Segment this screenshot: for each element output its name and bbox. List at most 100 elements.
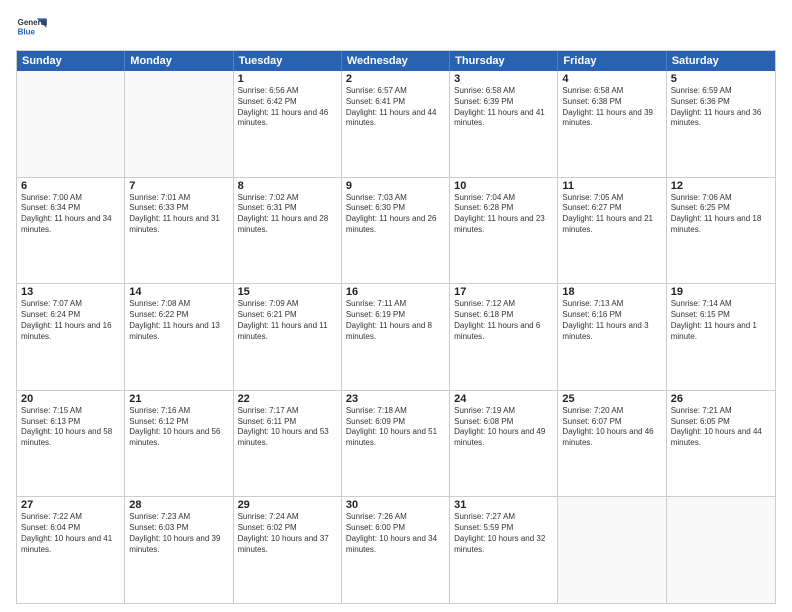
cell-info: Sunrise: 7:18 AM Sunset: 6:09 PM Dayligh… xyxy=(346,406,445,449)
day-number: 29 xyxy=(238,499,337,511)
calendar-cell-empty xyxy=(667,497,775,603)
cell-info: Sunrise: 7:19 AM Sunset: 6:08 PM Dayligh… xyxy=(454,406,553,449)
calendar-cell-31: 31Sunrise: 7:27 AM Sunset: 5:59 PM Dayli… xyxy=(450,497,558,603)
cell-info: Sunrise: 6:59 AM Sunset: 6:36 PM Dayligh… xyxy=(671,86,771,129)
day-number: 21 xyxy=(129,393,228,405)
calendar-cell-19: 19Sunrise: 7:14 AM Sunset: 6:15 PM Dayli… xyxy=(667,284,775,390)
cell-info: Sunrise: 7:21 AM Sunset: 6:05 PM Dayligh… xyxy=(671,406,771,449)
calendar-cell-14: 14Sunrise: 7:08 AM Sunset: 6:22 PM Dayli… xyxy=(125,284,233,390)
cell-info: Sunrise: 7:20 AM Sunset: 6:07 PM Dayligh… xyxy=(562,406,661,449)
cell-info: Sunrise: 7:07 AM Sunset: 6:24 PM Dayligh… xyxy=(21,299,120,342)
day-number: 25 xyxy=(562,393,661,405)
cell-info: Sunrise: 6:58 AM Sunset: 6:38 PM Dayligh… xyxy=(562,86,661,129)
calendar-cell-11: 11Sunrise: 7:05 AM Sunset: 6:27 PM Dayli… xyxy=(558,178,666,284)
calendar-body: 1Sunrise: 6:56 AM Sunset: 6:42 PM Daylig… xyxy=(17,71,775,603)
calendar-cell-empty xyxy=(558,497,666,603)
day-number: 3 xyxy=(454,73,553,85)
calendar-cell-26: 26Sunrise: 7:21 AM Sunset: 6:05 PM Dayli… xyxy=(667,391,775,497)
calendar-cell-6: 6Sunrise: 7:00 AM Sunset: 6:34 PM Daylig… xyxy=(17,178,125,284)
day-number: 2 xyxy=(346,73,445,85)
cell-info: Sunrise: 7:11 AM Sunset: 6:19 PM Dayligh… xyxy=(346,299,445,342)
day-header-wednesday: Wednesday xyxy=(342,51,450,71)
calendar-cell-17: 17Sunrise: 7:12 AM Sunset: 6:18 PM Dayli… xyxy=(450,284,558,390)
day-number: 10 xyxy=(454,180,553,192)
cell-info: Sunrise: 7:13 AM Sunset: 6:16 PM Dayligh… xyxy=(562,299,661,342)
cell-info: Sunrise: 7:16 AM Sunset: 6:12 PM Dayligh… xyxy=(129,406,228,449)
calendar-header: SundayMondayTuesdayWednesdayThursdayFrid… xyxy=(17,51,775,71)
day-number: 23 xyxy=(346,393,445,405)
calendar-cell-22: 22Sunrise: 7:17 AM Sunset: 6:11 PM Dayli… xyxy=(234,391,342,497)
calendar-cell-empty xyxy=(17,71,125,177)
cell-info: Sunrise: 7:22 AM Sunset: 6:04 PM Dayligh… xyxy=(21,512,120,555)
cell-info: Sunrise: 7:05 AM Sunset: 6:27 PM Dayligh… xyxy=(562,193,661,236)
cell-info: Sunrise: 7:27 AM Sunset: 5:59 PM Dayligh… xyxy=(454,512,553,555)
calendar: SundayMondayTuesdayWednesdayThursdayFrid… xyxy=(16,50,776,604)
cell-info: Sunrise: 7:12 AM Sunset: 6:18 PM Dayligh… xyxy=(454,299,553,342)
calendar-row-0: 1Sunrise: 6:56 AM Sunset: 6:42 PM Daylig… xyxy=(17,71,775,177)
calendar-cell-16: 16Sunrise: 7:11 AM Sunset: 6:19 PM Dayli… xyxy=(342,284,450,390)
day-header-sunday: Sunday xyxy=(17,51,125,71)
cell-info: Sunrise: 6:57 AM Sunset: 6:41 PM Dayligh… xyxy=(346,86,445,129)
calendar-cell-29: 29Sunrise: 7:24 AM Sunset: 6:02 PM Dayli… xyxy=(234,497,342,603)
day-header-saturday: Saturday xyxy=(667,51,775,71)
calendar-cell-20: 20Sunrise: 7:15 AM Sunset: 6:13 PM Dayli… xyxy=(17,391,125,497)
cell-info: Sunrise: 7:09 AM Sunset: 6:21 PM Dayligh… xyxy=(238,299,337,342)
calendar-cell-24: 24Sunrise: 7:19 AM Sunset: 6:08 PM Dayli… xyxy=(450,391,558,497)
day-number: 12 xyxy=(671,180,771,192)
logo: General Blue xyxy=(16,12,48,44)
calendar-cell-5: 5Sunrise: 6:59 AM Sunset: 6:36 PM Daylig… xyxy=(667,71,775,177)
day-number: 28 xyxy=(129,499,228,511)
day-number: 1 xyxy=(238,73,337,85)
cell-info: Sunrise: 7:04 AM Sunset: 6:28 PM Dayligh… xyxy=(454,193,553,236)
day-number: 17 xyxy=(454,286,553,298)
cell-info: Sunrise: 6:56 AM Sunset: 6:42 PM Dayligh… xyxy=(238,86,337,129)
calendar-cell-12: 12Sunrise: 7:06 AM Sunset: 6:25 PM Dayli… xyxy=(667,178,775,284)
calendar-row-3: 20Sunrise: 7:15 AM Sunset: 6:13 PM Dayli… xyxy=(17,390,775,497)
cell-info: Sunrise: 7:00 AM Sunset: 6:34 PM Dayligh… xyxy=(21,193,120,236)
day-number: 24 xyxy=(454,393,553,405)
calendar-cell-27: 27Sunrise: 7:22 AM Sunset: 6:04 PM Dayli… xyxy=(17,497,125,603)
day-number: 31 xyxy=(454,499,553,511)
calendar-cell-10: 10Sunrise: 7:04 AM Sunset: 6:28 PM Dayli… xyxy=(450,178,558,284)
calendar-cell-9: 9Sunrise: 7:03 AM Sunset: 6:30 PM Daylig… xyxy=(342,178,450,284)
day-number: 26 xyxy=(671,393,771,405)
logo-icon: General Blue xyxy=(16,12,48,44)
cell-info: Sunrise: 7:06 AM Sunset: 6:25 PM Dayligh… xyxy=(671,193,771,236)
header: General Blue xyxy=(16,12,776,44)
day-number: 15 xyxy=(238,286,337,298)
day-number: 22 xyxy=(238,393,337,405)
page: General Blue SundayMondayTuesdayWednesda… xyxy=(0,0,792,612)
day-number: 18 xyxy=(562,286,661,298)
calendar-cell-13: 13Sunrise: 7:07 AM Sunset: 6:24 PM Dayli… xyxy=(17,284,125,390)
calendar-row-4: 27Sunrise: 7:22 AM Sunset: 6:04 PM Dayli… xyxy=(17,496,775,603)
svg-text:General: General xyxy=(18,18,48,27)
calendar-cell-23: 23Sunrise: 7:18 AM Sunset: 6:09 PM Dayli… xyxy=(342,391,450,497)
day-number: 30 xyxy=(346,499,445,511)
cell-info: Sunrise: 7:02 AM Sunset: 6:31 PM Dayligh… xyxy=(238,193,337,236)
calendar-cell-28: 28Sunrise: 7:23 AM Sunset: 6:03 PM Dayli… xyxy=(125,497,233,603)
calendar-cell-21: 21Sunrise: 7:16 AM Sunset: 6:12 PM Dayli… xyxy=(125,391,233,497)
day-number: 7 xyxy=(129,180,228,192)
calendar-cell-1: 1Sunrise: 6:56 AM Sunset: 6:42 PM Daylig… xyxy=(234,71,342,177)
day-number: 8 xyxy=(238,180,337,192)
day-header-tuesday: Tuesday xyxy=(234,51,342,71)
calendar-cell-18: 18Sunrise: 7:13 AM Sunset: 6:16 PM Dayli… xyxy=(558,284,666,390)
calendar-cell-8: 8Sunrise: 7:02 AM Sunset: 6:31 PM Daylig… xyxy=(234,178,342,284)
day-number: 20 xyxy=(21,393,120,405)
cell-info: Sunrise: 7:14 AM Sunset: 6:15 PM Dayligh… xyxy=(671,299,771,342)
day-number: 9 xyxy=(346,180,445,192)
day-header-monday: Monday xyxy=(125,51,233,71)
day-number: 11 xyxy=(562,180,661,192)
calendar-row-2: 13Sunrise: 7:07 AM Sunset: 6:24 PM Dayli… xyxy=(17,283,775,390)
day-header-friday: Friday xyxy=(558,51,666,71)
calendar-cell-15: 15Sunrise: 7:09 AM Sunset: 6:21 PM Dayli… xyxy=(234,284,342,390)
cell-info: Sunrise: 7:17 AM Sunset: 6:11 PM Dayligh… xyxy=(238,406,337,449)
cell-info: Sunrise: 6:58 AM Sunset: 6:39 PM Dayligh… xyxy=(454,86,553,129)
calendar-cell-7: 7Sunrise: 7:01 AM Sunset: 6:33 PM Daylig… xyxy=(125,178,233,284)
calendar-cell-2: 2Sunrise: 6:57 AM Sunset: 6:41 PM Daylig… xyxy=(342,71,450,177)
calendar-cell-30: 30Sunrise: 7:26 AM Sunset: 6:00 PM Dayli… xyxy=(342,497,450,603)
day-number: 19 xyxy=(671,286,771,298)
calendar-cell-25: 25Sunrise: 7:20 AM Sunset: 6:07 PM Dayli… xyxy=(558,391,666,497)
calendar-cell-empty xyxy=(125,71,233,177)
calendar-row-1: 6Sunrise: 7:00 AM Sunset: 6:34 PM Daylig… xyxy=(17,177,775,284)
